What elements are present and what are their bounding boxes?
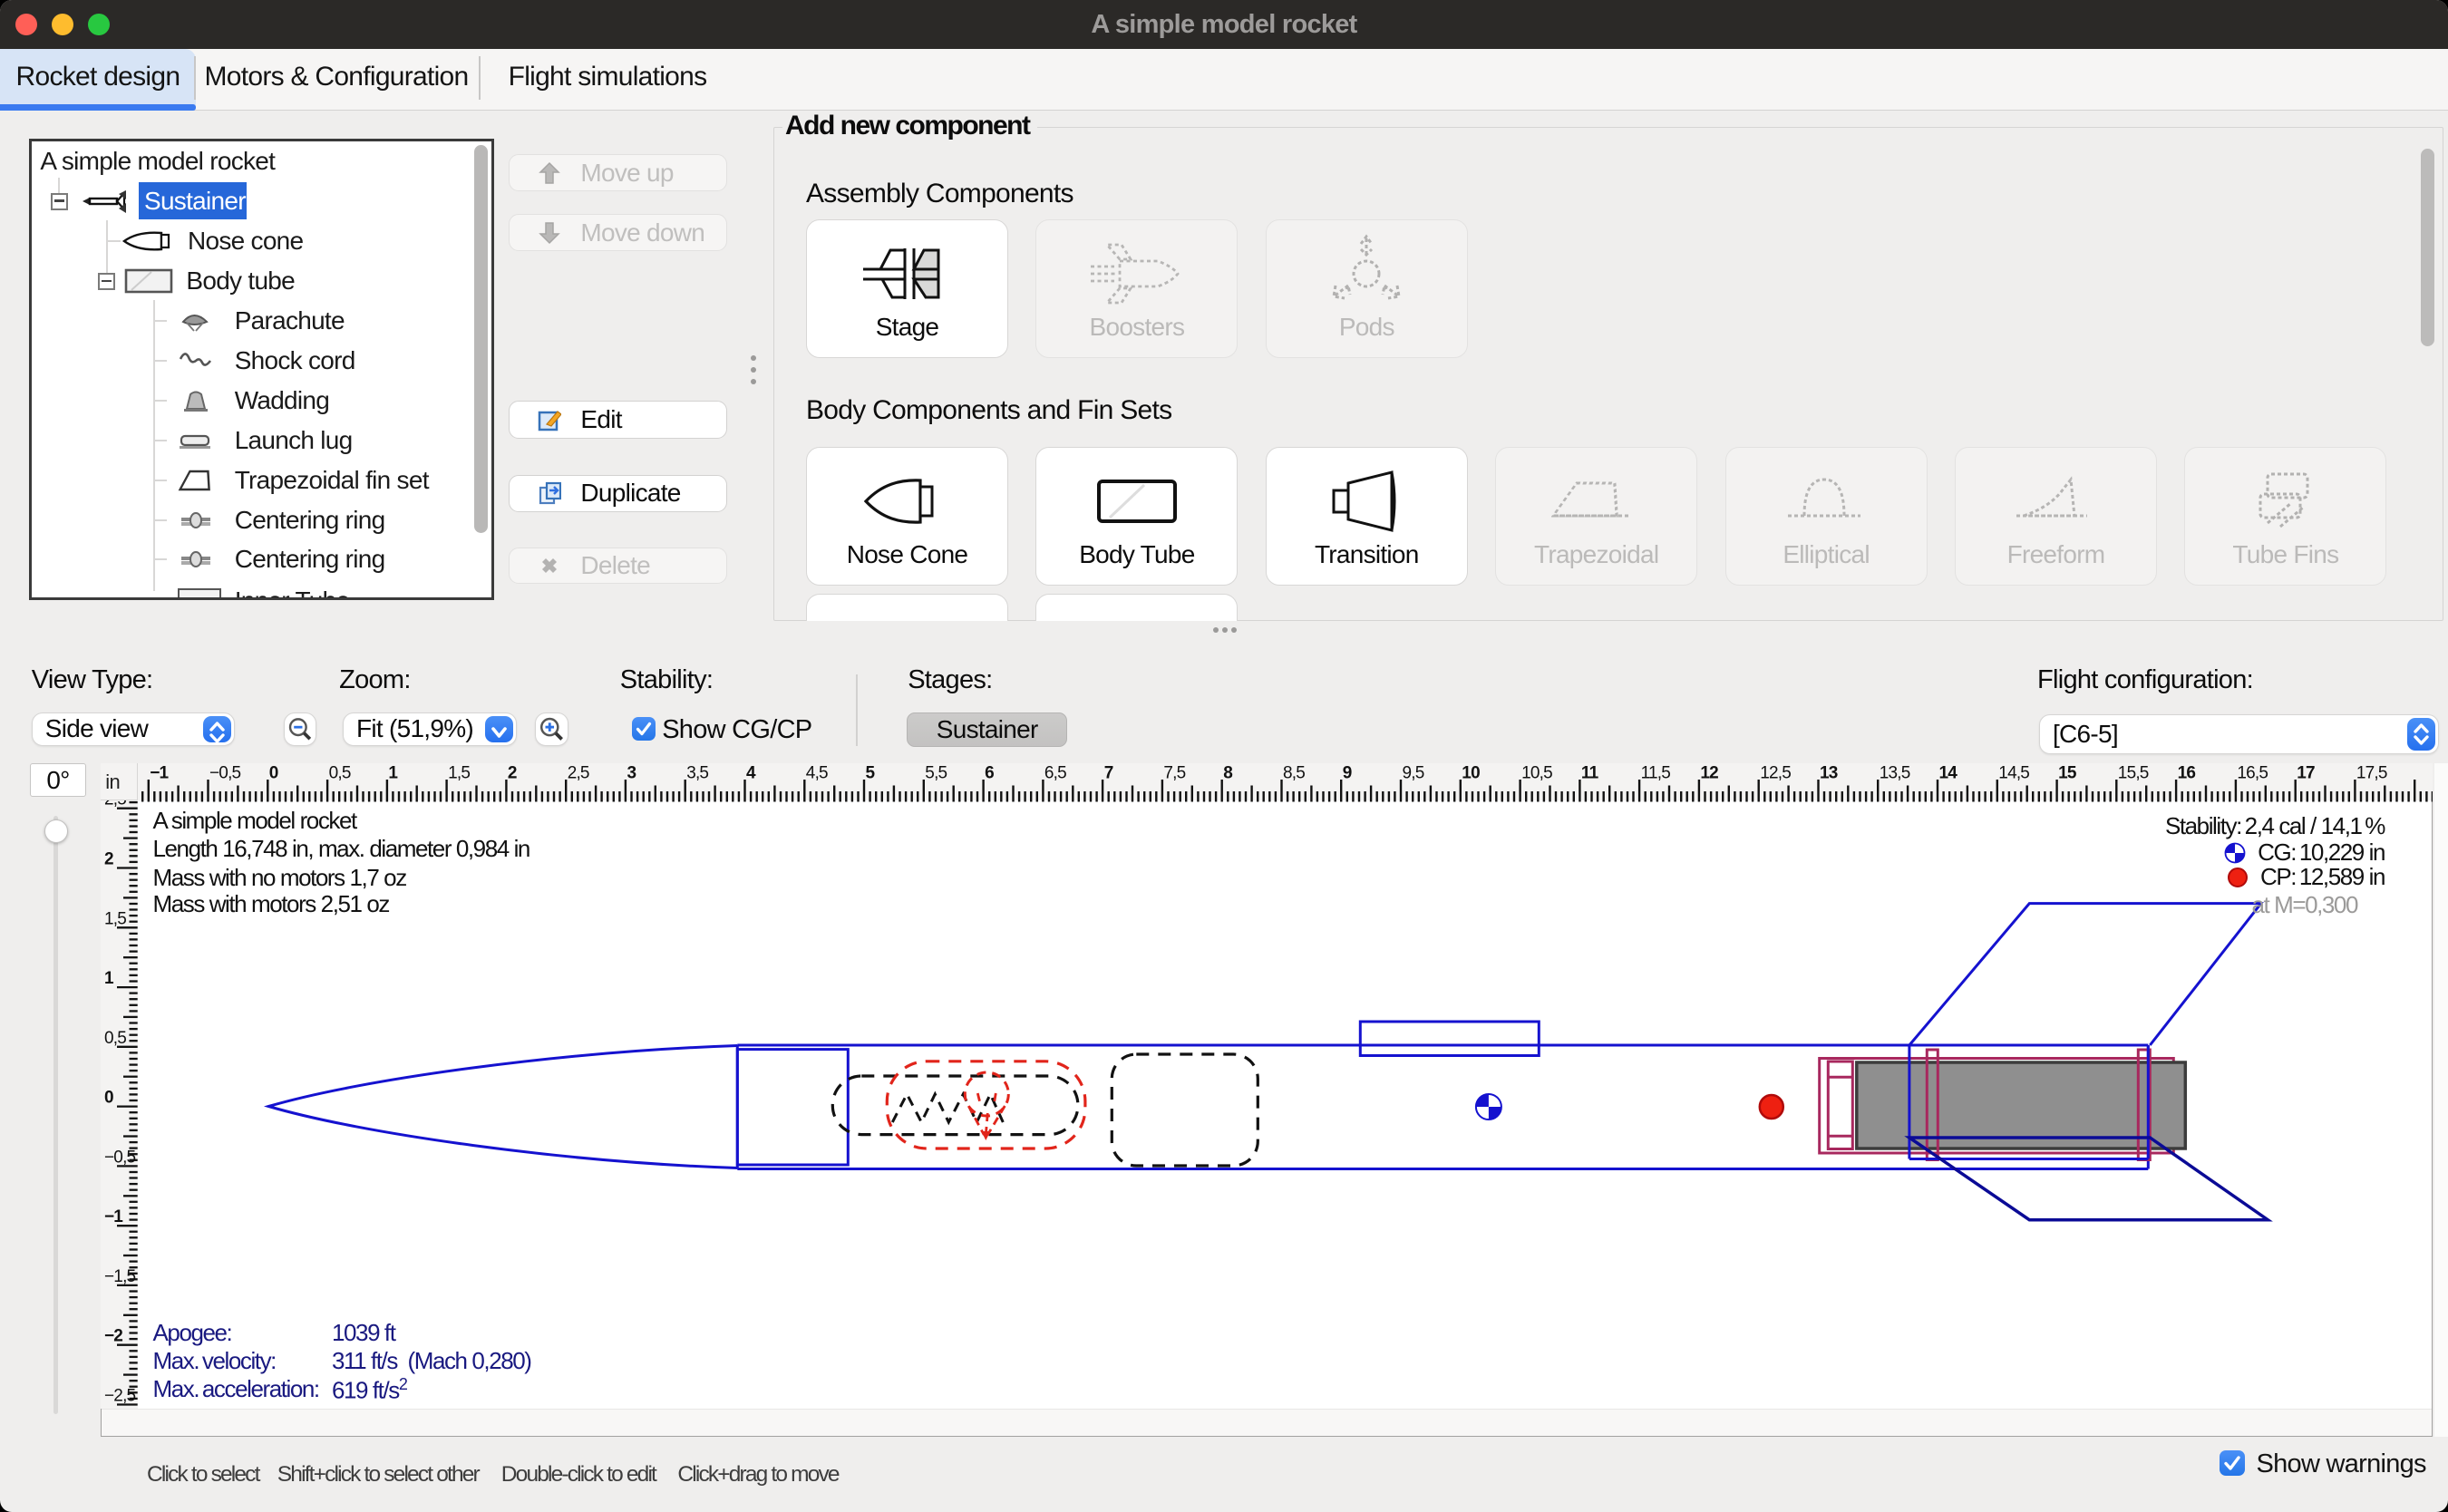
svg-text:14: 14 [1938,764,1957,783]
svg-text:16,5: 16,5 [2237,764,2268,783]
svg-text:1: 1 [388,764,398,783]
svg-text:13,5: 13,5 [1879,764,1909,783]
svg-text:0,5: 0,5 [328,764,350,783]
svg-text:−1: −1 [104,1207,123,1226]
svg-text:4: 4 [746,764,756,783]
svg-text:0: 0 [104,1089,113,1108]
svg-text:17: 17 [2297,764,2315,783]
svg-text:2,5: 2,5 [567,764,588,783]
svg-text:1,5: 1,5 [104,910,126,929]
svg-text:11,5: 11,5 [1640,764,1670,783]
svg-text:0,5: 0,5 [104,1029,126,1048]
svg-text:4,5: 4,5 [805,764,827,783]
svg-text:12,5: 12,5 [1760,764,1791,783]
svg-text:5: 5 [865,764,875,783]
svg-text:7,5: 7,5 [1163,764,1185,783]
svg-text:16: 16 [2177,764,2195,783]
svg-text:8: 8 [1223,764,1232,783]
svg-text:2: 2 [508,764,517,783]
svg-text:3,5: 3,5 [686,764,708,783]
svg-text:9,5: 9,5 [1402,764,1423,783]
svg-text:11: 11 [1581,764,1599,783]
svg-text:12: 12 [1700,764,1718,783]
svg-text:2: 2 [104,850,113,869]
svg-text:−2,5: −2,5 [104,1387,136,1406]
svg-text:−0,5: −0,5 [104,1149,136,1168]
svg-text:−0,5: −0,5 [209,764,241,783]
svg-text:3: 3 [627,764,636,783]
svg-text:−1,5: −1,5 [104,1267,136,1286]
svg-text:5,5: 5,5 [925,764,947,783]
svg-text:17,5: 17,5 [2356,764,2387,783]
svg-text:6: 6 [985,764,994,783]
svg-text:7: 7 [1103,764,1112,783]
svg-text:13: 13 [1820,764,1838,783]
svg-text:15,5: 15,5 [2117,764,2148,783]
svg-text:−2: −2 [104,1327,122,1346]
svg-text:1,5: 1,5 [448,764,470,783]
svg-text:6,5: 6,5 [1044,764,1066,783]
svg-text:9: 9 [1342,764,1351,783]
svg-text:10: 10 [1462,764,1480,783]
svg-text:0: 0 [268,764,277,783]
svg-text:14,5: 14,5 [1998,764,2029,783]
svg-text:15: 15 [2058,764,2077,783]
svg-text:2,5: 2,5 [104,800,126,809]
svg-text:−1: −1 [150,764,169,783]
svg-text:1: 1 [104,969,114,988]
svg-text:8,5: 8,5 [1283,764,1305,783]
svg-text:10,5: 10,5 [1521,764,1552,783]
